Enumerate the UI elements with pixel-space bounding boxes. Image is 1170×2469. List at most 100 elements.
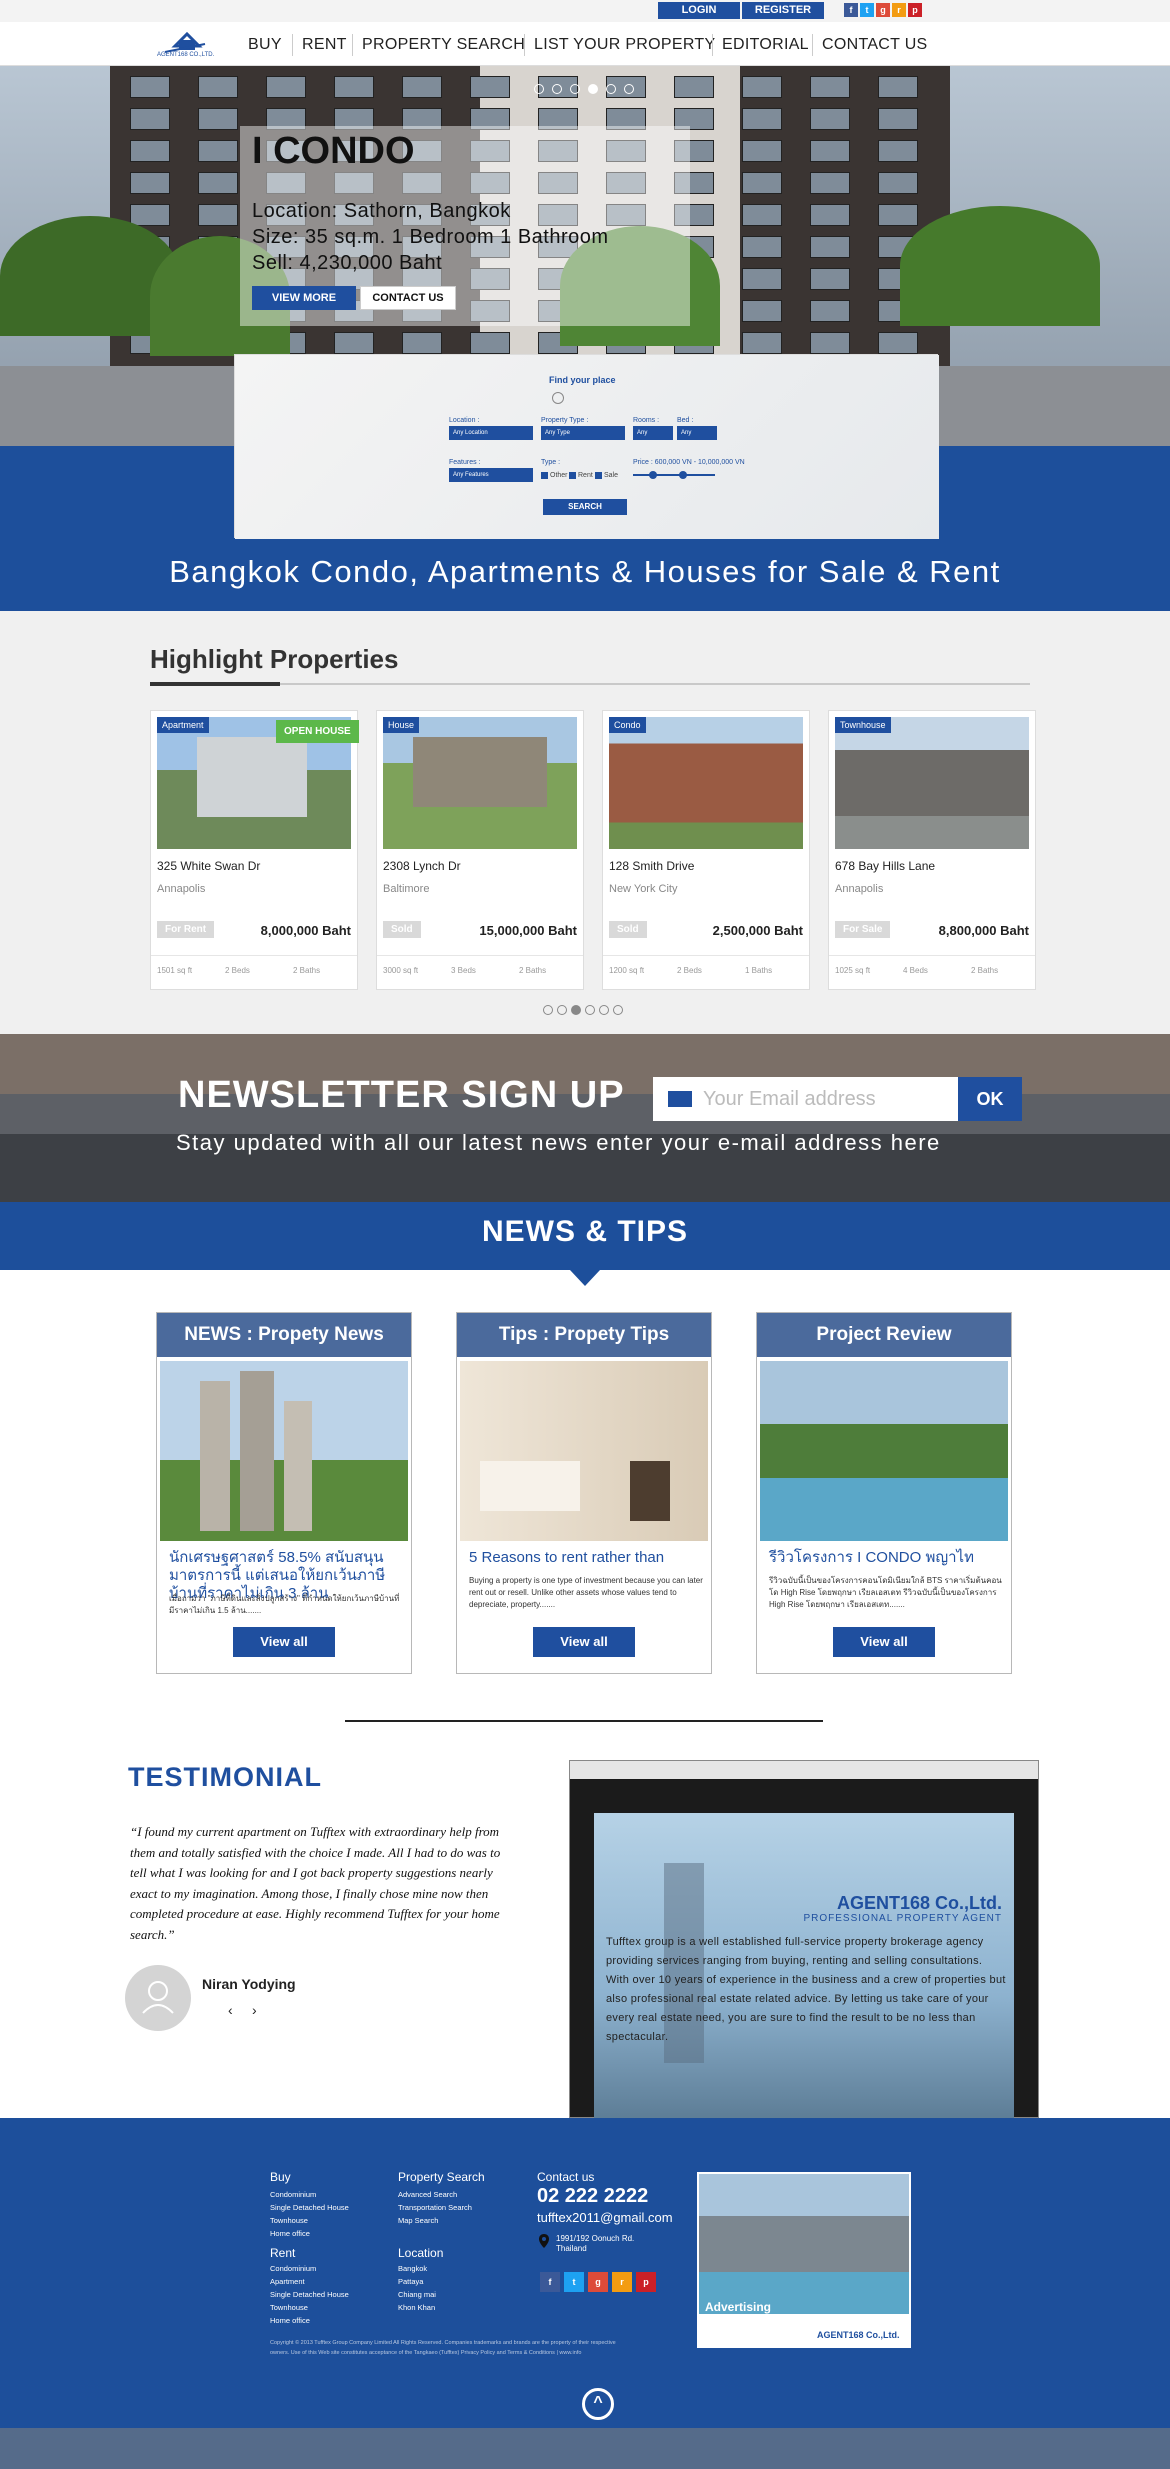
location-select[interactable]: Any Location bbox=[449, 426, 533, 440]
price-slider-handle[interactable] bbox=[679, 471, 687, 479]
news-title-link[interactable]: 5 Reasons to rent rather than bbox=[469, 1549, 704, 1567]
checkbox-other[interactable] bbox=[541, 472, 548, 479]
footer-email[interactable]: tufftex2011@gmail.com bbox=[537, 2210, 673, 2225]
pinterest-icon[interactable]: p bbox=[636, 2272, 656, 2292]
footer-link[interactable]: Single Detached House bbox=[270, 2203, 349, 2212]
slider-dot-active[interactable] bbox=[588, 84, 598, 94]
property-address[interactable]: 2308 Lynch Dr bbox=[383, 859, 461, 873]
newsletter-title: NEWSLETTER SIGN UP bbox=[178, 1074, 625, 1116]
contact-us-button[interactable]: CONTACT US bbox=[360, 286, 456, 310]
screen-content: AGENT168 Co.,Ltd. PROFESSIONAL PROPERTY … bbox=[594, 1813, 1014, 2119]
property-address[interactable]: 128 Smith Drive bbox=[609, 859, 694, 873]
property-image[interactable] bbox=[835, 717, 1029, 849]
view-all-button[interactable]: View all bbox=[533, 1627, 635, 1657]
slider-dot[interactable] bbox=[624, 84, 634, 94]
price-slider[interactable] bbox=[633, 474, 715, 476]
slider-dot[interactable] bbox=[552, 84, 562, 94]
view-all-button[interactable]: View all bbox=[833, 1627, 935, 1657]
email-input[interactable]: Your Email address bbox=[653, 1077, 958, 1121]
google-plus-icon[interactable]: g bbox=[876, 3, 890, 17]
footer-location-heading[interactable]: Location bbox=[398, 2246, 443, 2260]
property-image[interactable] bbox=[609, 717, 803, 849]
property-features: 3000 sq ft 3 Beds 2 Baths bbox=[377, 955, 583, 987]
footer-rent-heading[interactable]: Rent bbox=[270, 2246, 295, 2260]
carousel-dot[interactable] bbox=[599, 1005, 609, 1015]
news-image[interactable] bbox=[760, 1361, 1008, 1541]
company-description: Tufftex group is a well established full… bbox=[606, 1936, 1006, 2043]
footer-link[interactable]: Pattaya bbox=[398, 2277, 423, 2286]
footer-link[interactable]: Townhouse bbox=[270, 2303, 308, 2312]
footer-search-heading[interactable]: Property Search bbox=[398, 2170, 485, 2184]
footer-link[interactable]: Condominium bbox=[270, 2190, 316, 2199]
nav-list-your-property[interactable]: LIST YOUR PROPERTY bbox=[534, 36, 715, 54]
next-arrow-icon[interactable]: › bbox=[252, 2002, 257, 2018]
footer-phone[interactable]: 02 222 2222 bbox=[537, 2185, 648, 2208]
property-card[interactable]: Apartment 325 White Swan Dr Annapolis Fo… bbox=[150, 710, 358, 990]
back-to-top-icon[interactable]: ^ bbox=[582, 2388, 614, 2420]
property-card[interactable]: House 2308 Lynch Dr Baltimore Sold 15,00… bbox=[376, 710, 584, 990]
footer-link[interactable]: Transportation Search bbox=[398, 2203, 472, 2212]
footer-contact-heading: Contact us bbox=[537, 2170, 595, 2184]
tower-shape bbox=[200, 1381, 230, 1531]
footer-link[interactable]: Home office bbox=[270, 2229, 310, 2238]
features-select[interactable]: Any Features bbox=[449, 468, 533, 482]
footer-link[interactable]: Home office bbox=[270, 2316, 310, 2325]
footer-link[interactable]: Chiang mai bbox=[398, 2290, 436, 2299]
property-address[interactable]: 325 White Swan Dr bbox=[157, 859, 260, 873]
footer-link[interactable]: Townhouse bbox=[270, 2216, 308, 2225]
twitter-icon[interactable]: t bbox=[564, 2272, 584, 2292]
bed-select[interactable]: Any bbox=[677, 426, 717, 440]
nav-rent[interactable]: RENT bbox=[302, 36, 347, 54]
news-image[interactable] bbox=[460, 1361, 708, 1541]
property-price: 8,800,000 Baht bbox=[938, 923, 1029, 938]
footer-link[interactable]: Condominium bbox=[270, 2264, 316, 2273]
slider-dot[interactable] bbox=[534, 84, 544, 94]
property-card[interactable]: Condo 128 Smith Drive New York City Sold… bbox=[602, 710, 810, 990]
footer-buy-heading[interactable]: Buy bbox=[270, 2170, 291, 2184]
footer-link[interactable]: Bangkok bbox=[398, 2264, 427, 2273]
nav-contact-us[interactable]: CONTACT US bbox=[822, 36, 928, 54]
property-image[interactable] bbox=[383, 717, 577, 849]
register-button[interactable]: REGISTER bbox=[742, 2, 824, 19]
carousel-dot[interactable] bbox=[543, 1005, 553, 1015]
google-plus-icon[interactable]: g bbox=[588, 2272, 608, 2292]
slider-dot[interactable] bbox=[606, 84, 616, 94]
search-button[interactable]: SEARCH bbox=[543, 499, 627, 515]
footer-link[interactable]: Single Detached House bbox=[270, 2290, 349, 2299]
rss-icon[interactable]: r bbox=[892, 3, 906, 17]
rss-icon[interactable]: r bbox=[612, 2272, 632, 2292]
property-card[interactable]: Townhouse 678 Bay Hills Lane Annapolis F… bbox=[828, 710, 1036, 990]
carousel-dot[interactable] bbox=[613, 1005, 623, 1015]
news-image[interactable] bbox=[160, 1361, 408, 1541]
facebook-icon[interactable]: f bbox=[540, 2272, 560, 2292]
carousel-dot[interactable] bbox=[585, 1005, 595, 1015]
subscribe-button[interactable]: OK bbox=[958, 1077, 1022, 1121]
view-all-button[interactable]: View all bbox=[233, 1627, 335, 1657]
nav-property-search[interactable]: PROPERTY SEARCH bbox=[362, 36, 525, 54]
login-button[interactable]: LOGIN bbox=[658, 2, 740, 19]
checkbox-sale[interactable] bbox=[595, 472, 602, 479]
carousel-dot[interactable] bbox=[557, 1005, 567, 1015]
nav-editorial[interactable]: EDITORIAL bbox=[722, 36, 809, 54]
property-address[interactable]: 678 Bay Hills Lane bbox=[835, 859, 935, 873]
type-select[interactable]: Any Type bbox=[541, 426, 625, 440]
twitter-icon[interactable]: t bbox=[860, 3, 874, 17]
footer-link[interactable]: Advanced Search bbox=[398, 2190, 457, 2199]
price-slider-handle[interactable] bbox=[649, 471, 657, 479]
nav-buy[interactable]: BUY bbox=[248, 36, 282, 54]
location-label: Location : bbox=[449, 417, 480, 424]
window bbox=[130, 172, 170, 194]
advertising-banner[interactable]: Advertising AGENT168 Co.,Ltd. bbox=[697, 2172, 911, 2348]
rooms-select[interactable]: Any bbox=[633, 426, 673, 440]
facebook-icon[interactable]: f bbox=[844, 3, 858, 17]
prev-arrow-icon[interactable]: ‹ bbox=[228, 2002, 233, 2018]
news-title-link[interactable]: รีวิวโครงการ I CONDO พญาไท bbox=[769, 1549, 1004, 1567]
slider-dot[interactable] bbox=[570, 84, 580, 94]
carousel-dot-active[interactable] bbox=[571, 1005, 581, 1015]
footer-link[interactable]: Khon Khan bbox=[398, 2303, 435, 2312]
checkbox-rent[interactable] bbox=[569, 472, 576, 479]
pinterest-icon[interactable]: p bbox=[908, 3, 922, 17]
footer-link[interactable]: Apartment bbox=[270, 2277, 305, 2286]
view-more-button[interactable]: VIEW MORE bbox=[252, 286, 356, 310]
footer-link[interactable]: Map Search bbox=[398, 2216, 438, 2225]
